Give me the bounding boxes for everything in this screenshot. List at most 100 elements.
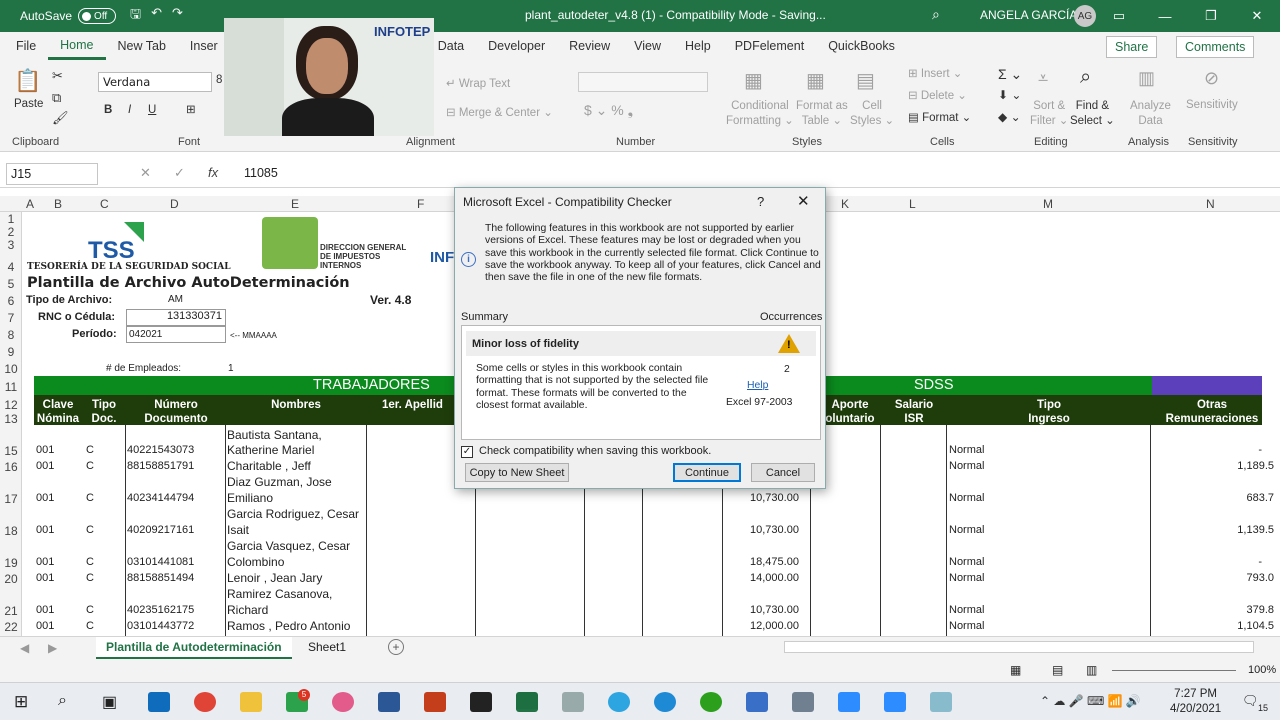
- tab-insert[interactable]: Inser: [178, 32, 230, 60]
- outlook-icon[interactable]: [148, 692, 170, 712]
- row-header[interactable]: 4: [0, 260, 22, 274]
- issue-help-link[interactable]: Help: [747, 380, 768, 391]
- col-a[interactable]: A: [26, 197, 34, 211]
- taskbar-clock[interactable]: 7:27 PM 4/20/2021: [1170, 687, 1221, 717]
- rnc-value[interactable]: 131330371: [126, 309, 226, 326]
- row-header[interactable]: 15: [0, 444, 22, 458]
- add-sheet-button[interactable]: +: [388, 639, 404, 655]
- find-select-icon[interactable]: ⌕: [1080, 66, 1091, 89]
- merge-center-button[interactable]: ⊟ Merge & Center ⌄: [446, 105, 553, 119]
- row-header[interactable]: 5: [0, 277, 22, 291]
- row-header[interactable]: 2: [0, 225, 22, 239]
- check-compatibility-checkbox[interactable]: ✓: [461, 446, 473, 458]
- check-compatibility-label[interactable]: Check compatibility when saving this wor…: [479, 445, 711, 457]
- autosum-icon[interactable]: Σ ⌄: [998, 66, 1022, 83]
- paste-button[interactable]: Paste: [14, 98, 43, 110]
- number-format-select[interactable]: [578, 72, 708, 92]
- col-m[interactable]: M: [1043, 197, 1053, 211]
- zoom-slider[interactable]: [1112, 670, 1236, 671]
- borders-icon[interactable]: ⊞: [186, 102, 196, 116]
- col-e[interactable]: E: [291, 197, 299, 211]
- confirm-entry-icon[interactable]: ✓: [174, 165, 185, 181]
- system-tray-icons[interactable]: ⌃ ☁ 🎤 ⌨ 📶 🔊: [1040, 694, 1141, 708]
- save-icon[interactable]: 🖫: [130, 5, 141, 27]
- continue-button[interactable]: Continue: [673, 463, 741, 482]
- search-icon[interactable]: ⌕: [932, 6, 940, 23]
- cell-styles-button[interactable]: Cell Styles ⌄: [850, 99, 894, 129]
- col-c[interactable]: C: [100, 197, 109, 211]
- name-box[interactable]: J15: [6, 163, 98, 185]
- telegram-icon[interactable]: [608, 692, 630, 712]
- format-painter-icon[interactable]: 🖌: [52, 110, 69, 126]
- zoom-level[interactable]: 100%: [1248, 664, 1276, 676]
- sort-filter-button[interactable]: Sort & Filter ⌄: [1030, 99, 1068, 129]
- horizontal-scrollbar[interactable]: [784, 641, 1254, 653]
- issues-list[interactable]: Minor loss of fidelity ! Some cells or s…: [461, 325, 821, 440]
- excel-icon[interactable]: [516, 692, 538, 712]
- row-header[interactable]: 22: [0, 620, 22, 634]
- share-button[interactable]: Share: [1106, 36, 1158, 58]
- file-explorer-icon[interactable]: [240, 692, 262, 712]
- notifications-icon[interactable]: 🗨: [1242, 693, 1259, 709]
- tab-file[interactable]: File: [0, 32, 48, 60]
- normal-view-icon[interactable]: ▦: [1010, 663, 1021, 677]
- row-header[interactable]: 20: [0, 572, 22, 586]
- conditional-formatting-button[interactable]: Conditional Formatting ⌄: [726, 99, 794, 129]
- row-header[interactable]: 12: [0, 398, 22, 412]
- format-as-table-icon[interactable]: ▦: [806, 68, 825, 93]
- col-b[interactable]: B: [54, 197, 62, 211]
- col-d[interactable]: D: [170, 197, 179, 211]
- row-header[interactable]: 10: [0, 362, 22, 376]
- tab-pdfelement[interactable]: PDFelement: [723, 32, 816, 60]
- col-l[interactable]: L: [909, 197, 916, 211]
- user-name[interactable]: ANGELA GARCÍA: [980, 8, 1077, 22]
- cell-styles-icon[interactable]: ▤: [856, 68, 875, 93]
- calculator-icon[interactable]: [792, 692, 814, 712]
- dialog-close-button[interactable]: ✕: [797, 192, 810, 210]
- cut-icon[interactable]: ✂: [52, 68, 63, 84]
- row-header[interactable]: 7: [0, 311, 22, 325]
- comments-button[interactable]: Comments: [1176, 36, 1255, 58]
- row-header[interactable]: 19: [0, 556, 22, 570]
- zoom-icon[interactable]: [838, 692, 860, 712]
- app-icon[interactable]: [470, 692, 492, 712]
- find-select-button[interactable]: Find & Select ⌄: [1070, 99, 1115, 129]
- zoom-icon[interactable]: [884, 692, 906, 712]
- app-icon[interactable]: [746, 692, 768, 712]
- tipo-archivo-value[interactable]: AM: [168, 294, 183, 305]
- fill-icon[interactable]: ⬇ ⌄: [998, 88, 1021, 102]
- powerpoint-icon[interactable]: [424, 692, 446, 712]
- format-cells-button[interactable]: ▤ Format ⌄: [908, 110, 971, 124]
- task-view-icon[interactable]: ▣: [102, 692, 117, 712]
- copy-to-new-sheet-button[interactable]: Copy to New Sheet: [465, 463, 569, 482]
- ribbon-display-icon[interactable]: ▭: [1096, 0, 1142, 32]
- chrome-icon[interactable]: [194, 692, 216, 712]
- wrap-text-button[interactable]: ↵ Wrap Text: [446, 76, 510, 90]
- tab-view[interactable]: View: [622, 32, 673, 60]
- row-header[interactable]: 16: [0, 460, 22, 474]
- app-icon[interactable]: [562, 692, 584, 712]
- clear-icon[interactable]: ◆ ⌄: [998, 110, 1021, 124]
- format-as-table-button[interactable]: Format as Table ⌄: [796, 99, 848, 129]
- tab-scroll-right-icon[interactable]: ▶: [48, 641, 57, 655]
- page-break-icon[interactable]: ▥: [1086, 663, 1097, 677]
- cancel-button[interactable]: Cancel: [751, 463, 815, 482]
- tab-new-tab[interactable]: New Tab: [106, 32, 178, 60]
- tab-help[interactable]: Help: [673, 32, 723, 60]
- col-f[interactable]: F: [417, 197, 424, 211]
- analyze-data-button[interactable]: Analyze Data: [1130, 99, 1171, 129]
- minimize-button[interactable]: —: [1142, 0, 1188, 32]
- row-header[interactable]: 1: [0, 212, 22, 226]
- search-icon[interactable]: ⌕: [58, 692, 67, 710]
- close-button[interactable]: ✕: [1234, 0, 1280, 32]
- row-header[interactable]: 13: [0, 412, 22, 426]
- windows-start-icon[interactable]: ⊞: [14, 692, 28, 712]
- row-header[interactable]: 21: [0, 604, 22, 618]
- tab-scroll-left-icon[interactable]: ◀: [20, 641, 29, 655]
- row-header[interactable]: 8: [0, 328, 22, 342]
- autosave[interactable]: AutoSave Off: [20, 8, 117, 24]
- sort-filter-icon[interactable]: ⩡: [1038, 68, 1048, 89]
- app-icon[interactable]: [930, 692, 952, 712]
- sheet-tab-plantilla[interactable]: Plantilla de Autodeterminación: [96, 637, 292, 659]
- quickbooks-icon[interactable]: [700, 692, 722, 712]
